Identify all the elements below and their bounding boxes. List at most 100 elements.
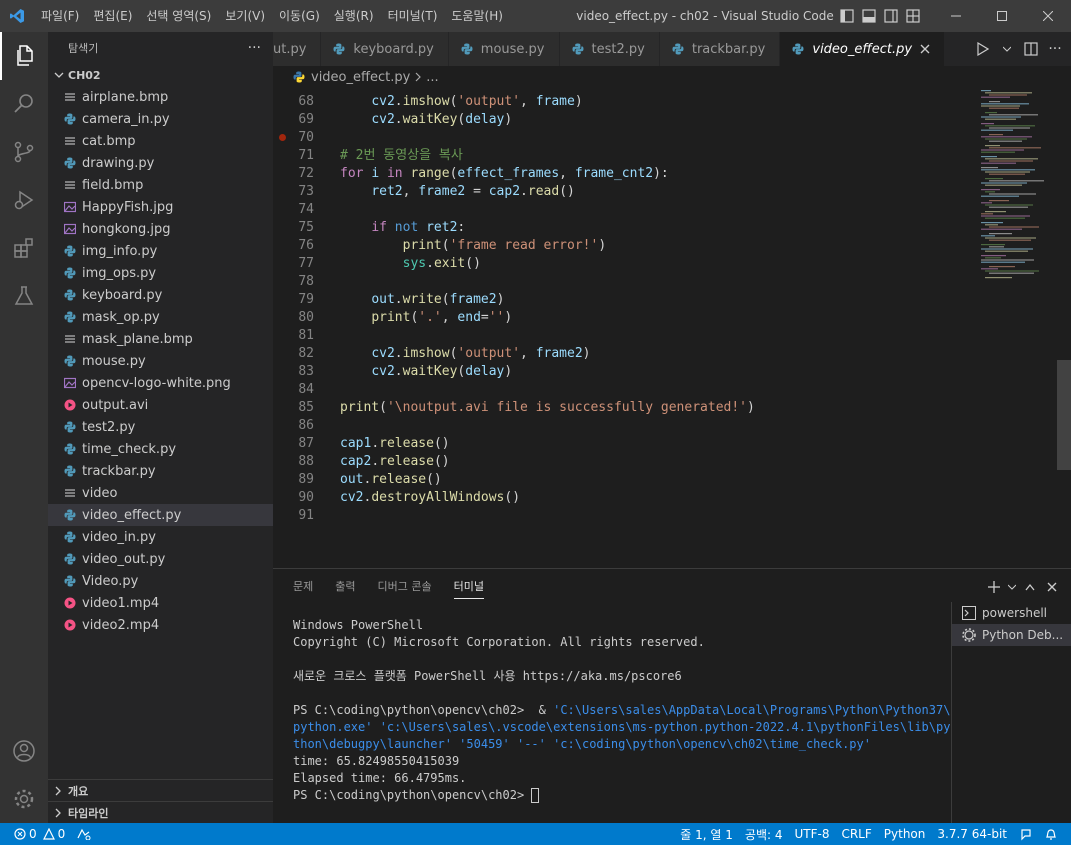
minimize-icon[interactable] <box>933 0 979 32</box>
terminal-output[interactable]: Windows PowerShell Copyright (C) Microsof… <box>293 617 953 804</box>
tab-terminal[interactable]: 터미널 <box>453 575 484 599</box>
terminal-instance[interactable]: powershell <box>952 602 1071 624</box>
file-item[interactable]: output.avi <box>48 394 273 416</box>
file-item[interactable]: HappyFish.jpg <box>48 196 273 218</box>
toggle-secondary-sidebar-icon[interactable] <box>880 0 902 32</box>
breadcrumb-file[interactable]: video_effect.py <box>311 70 410 85</box>
line-number[interactable]: 74 <box>273 201 314 219</box>
line-number[interactable]: 87 <box>273 435 314 453</box>
minimap[interactable] <box>977 90 1057 290</box>
line-number[interactable]: 86 <box>273 417 314 435</box>
more-actions-icon[interactable]: ··· <box>1043 32 1067 66</box>
close-tab-icon[interactable] <box>920 44 930 54</box>
tab-debug-console[interactable]: 디버그 콘솔 <box>378 569 432 604</box>
code-editor[interactable]: 68 cv2.imshow('output', frame) 69 cv2.wai… <box>273 88 1071 568</box>
timeline-section[interactable]: 타임라인 <box>48 801 273 823</box>
menu-edit[interactable]: 편집(E) <box>86 0 139 32</box>
file-item[interactable]: video_out.py <box>48 548 273 570</box>
file-item[interactable]: keyboard.py <box>48 284 273 306</box>
outline-section[interactable]: 개요 <box>48 779 273 801</box>
live-share-icon[interactable] <box>71 823 97 845</box>
tab-test2-py[interactable]: test2.py <box>559 32 660 66</box>
extensions-icon[interactable] <box>0 224 48 272</box>
line-number[interactable]: 82 <box>273 345 314 363</box>
file-item[interactable]: drawing.py <box>48 152 273 174</box>
chevron-down-icon[interactable] <box>995 32 1019 66</box>
split-editor-icon[interactable] <box>1019 32 1043 66</box>
line-number[interactable]: 76 <box>273 237 314 255</box>
line-number[interactable]: 89 <box>273 471 314 489</box>
run-file-icon[interactable] <box>971 32 995 66</box>
menu-file[interactable]: 파일(F) <box>34 0 86 32</box>
file-item[interactable]: img_ops.py <box>48 262 273 284</box>
maximize-icon[interactable] <box>979 0 1025 32</box>
customize-layout-icon[interactable] <box>902 0 924 32</box>
line-number[interactable]: 69 <box>273 111 314 129</box>
line-number[interactable]: 75 <box>273 219 314 237</box>
feedback-icon[interactable] <box>1013 823 1039 845</box>
file-item[interactable]: img_info.py <box>48 240 273 262</box>
editor-scrollbar[interactable] <box>1057 360 1071 470</box>
source-control-icon[interactable] <box>0 128 48 176</box>
menu-selection[interactable]: 선택 영역(S) <box>139 0 218 32</box>
line-number[interactable]: 68 <box>273 93 314 111</box>
line-number[interactable]: 79 <box>273 291 314 309</box>
line-number[interactable]: 72 <box>273 165 314 183</box>
file-item[interactable]: camera_in.py <box>48 108 273 130</box>
chevron-down-icon[interactable] <box>1005 576 1019 598</box>
close-panel-icon[interactable] <box>1041 576 1063 598</box>
file-item[interactable]: airplane.bmp <box>48 86 273 108</box>
file-item[interactable]: mask_op.py <box>48 306 273 328</box>
python-interpreter[interactable]: 3.7.7 64-bit <box>931 823 1013 845</box>
line-number[interactable]: 77 <box>273 255 314 273</box>
close-window-icon[interactable] <box>1025 0 1071 32</box>
encoding[interactable]: UTF-8 <box>788 823 835 845</box>
account-icon[interactable] <box>0 727 48 775</box>
file-item[interactable]: mouse.py <box>48 350 273 372</box>
tab-output[interactable]: 출력 <box>335 569 355 604</box>
line-number[interactable]: 88 <box>273 453 314 471</box>
cursor-position[interactable]: 줄 1, 열 1 <box>674 823 739 845</box>
menu-terminal[interactable]: 터미널(T) <box>381 0 445 32</box>
line-number[interactable]: 91 <box>273 507 314 525</box>
breadcrumb-symbol[interactable]: ... <box>426 70 438 85</box>
settings-gear-icon[interactable] <box>0 775 48 823</box>
search-icon[interactable] <box>0 80 48 128</box>
line-number[interactable]: 73 <box>273 183 314 201</box>
file-item[interactable]: video2.mp4 <box>48 614 273 636</box>
toggle-sidebar-icon[interactable] <box>836 0 858 32</box>
menu-go[interactable]: 이동(G) <box>272 0 327 32</box>
testing-flask-icon[interactable] <box>0 272 48 320</box>
file-item[interactable]: test2.py <box>48 416 273 438</box>
menu-help[interactable]: 도움말(H) <box>444 0 510 32</box>
terminal-instance[interactable]: Python Deb... <box>952 624 1071 646</box>
explorer-icon[interactable] <box>0 32 48 80</box>
tab-video_effect-py[interactable]: video_effect.py <box>780 32 946 66</box>
line-number[interactable]: 71 <box>273 147 314 165</box>
line-number[interactable]: 78 <box>273 273 314 291</box>
line-number[interactable]: 80 <box>273 309 314 327</box>
tab-trackbar-py[interactable]: trackbar.py <box>659 32 781 66</box>
file-item[interactable]: Video.py <box>48 570 273 592</box>
file-item[interactable]: field.bmp <box>48 174 273 196</box>
file-item[interactable]: video <box>48 482 273 504</box>
line-number[interactable]: 83 <box>273 363 314 381</box>
language-mode[interactable]: Python <box>878 823 932 845</box>
file-item[interactable]: cat.bmp <box>48 130 273 152</box>
more-actions-icon[interactable]: ··· <box>248 40 261 56</box>
line-number[interactable]: 84 <box>273 381 314 399</box>
file-item[interactable]: mask_plane.bmp <box>48 328 273 350</box>
file-item[interactable]: video_effect.py <box>48 504 273 526</box>
new-terminal-icon[interactable] <box>983 576 1005 598</box>
breakpoint-icon[interactable] <box>279 134 286 141</box>
file-item[interactable]: video1.mp4 <box>48 592 273 614</box>
folder-ch02[interactable]: CH02 <box>48 64 273 86</box>
problems-status[interactable]: 0 0 <box>0 823 71 845</box>
line-number[interactable]: 85 <box>273 399 314 417</box>
notifications-bell-icon[interactable] <box>1039 823 1063 845</box>
tab-ut-py[interactable]: ut.py <box>273 32 322 66</box>
toggle-panel-icon[interactable] <box>858 0 880 32</box>
file-item[interactable]: trackbar.py <box>48 460 273 482</box>
run-debug-icon[interactable] <box>0 176 48 224</box>
file-item[interactable]: hongkong.jpg <box>48 218 273 240</box>
